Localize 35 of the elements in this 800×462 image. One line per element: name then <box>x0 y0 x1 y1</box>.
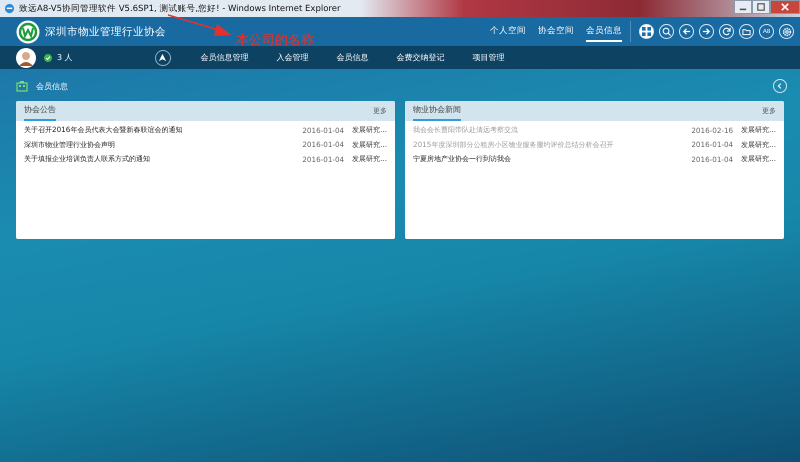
close-button[interactable] <box>770 0 800 14</box>
menu-item[interactable]: 入会管理 <box>276 52 309 63</box>
menu-item[interactable]: 项目管理 <box>472 52 505 63</box>
organization-name: 深圳市物业管理行业协会 <box>45 24 166 38</box>
menu-item[interactable]: 会员信息 <box>336 52 369 63</box>
nav-tab[interactable]: 个人空间 <box>490 21 526 42</box>
panel-title[interactable]: 物业协会新闻 <box>413 104 461 121</box>
settings-icon[interactable] <box>779 24 794 39</box>
window-title: 致远A8-V5协同管理软件 V5.6SP1, 测试账号,您好! - Windows Internet Explorer <box>19 2 340 14</box>
refresh-icon[interactable] <box>719 24 734 39</box>
online-count: 3 人 <box>57 52 73 63</box>
section-title: 会员信息 <box>36 80 68 92</box>
search-icon[interactable] <box>659 24 674 39</box>
forward-icon[interactable] <box>699 24 714 39</box>
logo-icon <box>16 20 40 44</box>
close-icon <box>781 3 789 11</box>
menu-item[interactable]: 会费交纳登记 <box>396 52 445 63</box>
avatar-icon <box>16 48 36 68</box>
panel-title[interactable]: 协会公告 <box>24 104 56 121</box>
maximize-icon <box>757 3 765 11</box>
nav-tab[interactable]: 协会空间 <box>538 21 574 42</box>
building-icon <box>16 80 28 92</box>
maximize-button[interactable] <box>752 0 770 14</box>
annotation-arrow <box>168 14 232 38</box>
menu-item[interactable]: 会员信息管理 <box>200 52 249 63</box>
collapse-icon[interactable] <box>773 79 787 93</box>
folder-icon[interactable] <box>739 24 754 39</box>
back-icon[interactable] <box>679 24 694 39</box>
annotation-text: 本公司的名称 <box>236 32 314 49</box>
navigation-icon[interactable] <box>154 50 171 66</box>
apps-grid-icon[interactable] <box>639 24 654 39</box>
minimize-button[interactable] <box>734 0 752 14</box>
nav-tab[interactable]: 会员信息 <box>586 21 622 42</box>
online-status-icon <box>44 54 52 62</box>
browser-icon <box>4 3 15 14</box>
